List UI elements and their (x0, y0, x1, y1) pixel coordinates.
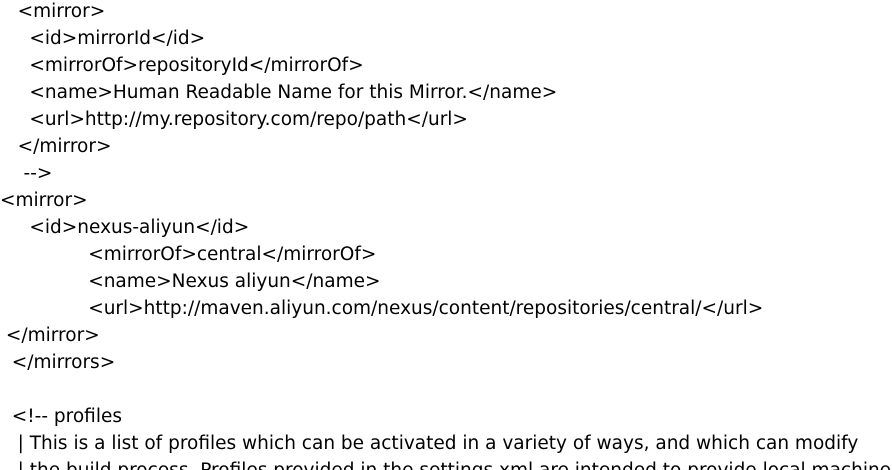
code-line: <url>http://maven.aliyun.com/nexus/conte… (0, 298, 764, 319)
code-line: <mirrorOf>repositoryId</mirrorOf> (0, 55, 364, 76)
code-line: <mirror> (0, 1, 106, 22)
code-line: </mirror> (0, 325, 100, 346)
code-line: <id>nexus-aliyun</id> (0, 217, 250, 238)
code-line: <name>Nexus aliyun</name> (0, 271, 381, 292)
code-line: | the build process. Profiles provided i… (0, 457, 892, 470)
code-line: </mirrors> (0, 352, 116, 373)
code-line: <!-- profiles (0, 406, 122, 427)
code-line: <id>mirrorId</id> (0, 28, 206, 49)
code-line: | This is a list of profiles which can b… (0, 433, 859, 454)
code-line: <mirror> (0, 190, 88, 211)
code-line: <url>http://my.repository.com/repo/path<… (0, 109, 468, 130)
code-line: <mirrorOf>central</mirrorOf> (0, 244, 377, 265)
code-line: <name>Human Readable Name for this Mirro… (0, 82, 558, 103)
code-line: --> (0, 163, 53, 184)
code-text-area[interactable]: <mirror> <id>mirrorId</id> <mirrorOf>rep… (0, 0, 892, 470)
code-line: </mirror> (0, 136, 112, 157)
